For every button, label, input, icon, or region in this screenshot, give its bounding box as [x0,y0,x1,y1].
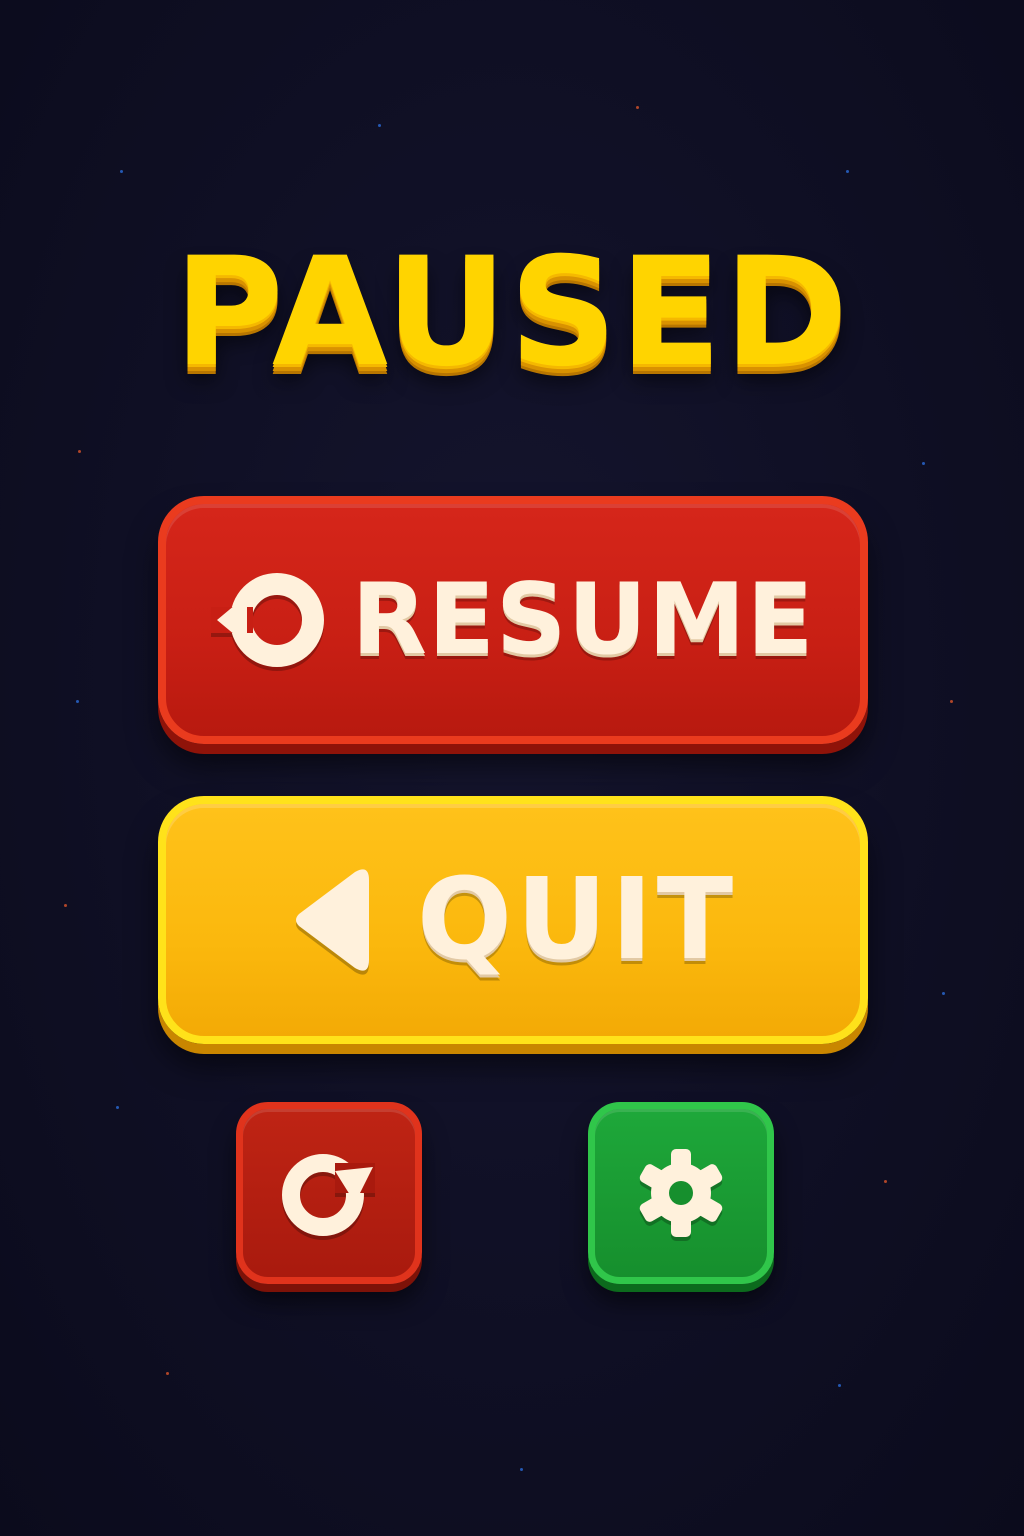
quit-button[interactable]: QUIT [158,796,868,1044]
star [78,450,81,453]
star [378,124,381,127]
star [76,700,79,703]
star [922,462,925,465]
star [520,1468,523,1471]
star [884,1180,887,1183]
star [120,170,123,173]
star [846,170,849,173]
star [64,904,67,907]
settings-button[interactable] [588,1102,774,1284]
star [166,1372,169,1375]
resume-label: RESUME [351,563,815,677]
resume-icon [211,569,329,671]
star [950,700,953,703]
resume-button[interactable]: RESUME [158,496,868,744]
star [116,1106,119,1109]
restart-button[interactable] [236,1102,422,1284]
gear-icon [633,1145,729,1241]
star [942,992,945,995]
back-triangle-icon [289,864,373,976]
star [838,1384,841,1387]
star [636,106,639,109]
quit-label: QUIT [416,855,738,985]
paused-title: PAUSED [173,226,851,400]
restart-icon [273,1141,385,1245]
